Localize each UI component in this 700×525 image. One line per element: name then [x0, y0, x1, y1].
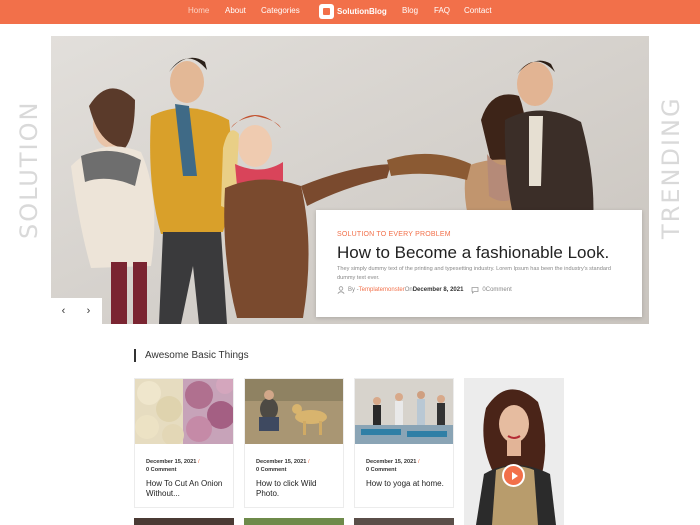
nav-home[interactable]: Home — [188, 6, 209, 15]
featured-video-card[interactable] — [464, 378, 564, 525]
post-card[interactable]: December 15, 2021 / 0 Comment How to cli… — [244, 378, 344, 508]
post-comment-count[interactable]: 0 Comment — [256, 467, 286, 473]
chevron-right-icon: › — [86, 305, 91, 317]
post-title[interactable]: How to click Wild Photo. — [256, 479, 336, 499]
logo-text: SolutionBlog — [337, 7, 387, 16]
hero-meta-author[interactable]: Templatemonster — [359, 287, 405, 293]
featured-video-image — [464, 378, 564, 525]
post-thumbnail-yoga[interactable] — [355, 379, 453, 444]
nav-about[interactable]: About — [225, 6, 246, 15]
logo-icon — [319, 4, 334, 19]
hero-slider: SOLUTION TO EVERY PROBLEM How to Become … — [51, 36, 649, 324]
post-title[interactable]: How To Cut An Onion Without... — [146, 479, 226, 499]
side-word-right: TRENDING — [657, 96, 685, 239]
nav-categories[interactable]: Categories — [261, 6, 300, 15]
hero-meta-comments[interactable]: 0Comment — [482, 287, 511, 293]
hero-title[interactable]: How to Become a fashionable Look. — [337, 243, 609, 263]
post-card[interactable]: December 15, 2021 / 0 Comment How To Cut… — [134, 378, 234, 508]
nav-contact[interactable]: Contact — [464, 6, 492, 15]
post-thumbnail-cheetah[interactable] — [245, 379, 343, 444]
post-thumbnail-peek[interactable] — [134, 518, 234, 525]
hero-meta-on: On — [404, 287, 413, 293]
top-navigation-bar: Home About Categories SolutionBlog Blog … — [0, 0, 700, 24]
nav-faq[interactable]: FAQ — [434, 6, 450, 15]
post-thumbnail-onion[interactable] — [135, 379, 233, 444]
slider-prev-button[interactable]: ‹ — [51, 298, 76, 324]
post-comment-count[interactable]: 0 Comment — [366, 467, 396, 473]
hero-description: They simply dummy text of the printing a… — [337, 266, 611, 281]
hero-card: SOLUTION TO EVERY PROBLEM How to Become … — [316, 210, 642, 317]
section-heading: Awesome Basic Things — [134, 349, 249, 362]
user-icon — [337, 286, 345, 294]
post-thumbnail-peek[interactable] — [244, 518, 344, 525]
post-date: December 15, 2021 / — [256, 459, 310, 465]
section-title: Awesome Basic Things — [145, 350, 249, 361]
play-icon — [511, 471, 518, 480]
post-date: December 15, 2021 / — [146, 459, 200, 465]
section-accent-bar — [134, 349, 136, 362]
hero-kicker[interactable]: SOLUTION TO EVERY PROBLEM — [337, 231, 451, 238]
slider-next-button[interactable]: › — [76, 298, 101, 324]
post-card[interactable]: December 15, 2021 / 0 Comment How to yog… — [354, 378, 454, 508]
comment-icon — [472, 287, 479, 294]
post-date: December 15, 2021 / — [366, 459, 420, 465]
post-comment-count[interactable]: 0 Comment — [146, 467, 176, 473]
chevron-left-icon: ‹ — [61, 305, 66, 317]
nav-blog[interactable]: Blog — [402, 6, 418, 15]
side-word-left: SOLUTION — [15, 100, 43, 239]
site-logo[interactable]: SolutionBlog — [319, 4, 387, 19]
hero-meta-date: December 8, 2021 — [412, 287, 464, 293]
play-button[interactable] — [502, 464, 525, 487]
hero-meta: By - Templatemonster On December 8, 2021… — [337, 286, 512, 294]
slider-controls: ‹ › — [51, 298, 102, 324]
post-title[interactable]: How to yoga at home. — [366, 479, 446, 489]
post-thumbnail-peek[interactable] — [354, 518, 454, 525]
hero-meta-by: By - — [348, 287, 359, 293]
